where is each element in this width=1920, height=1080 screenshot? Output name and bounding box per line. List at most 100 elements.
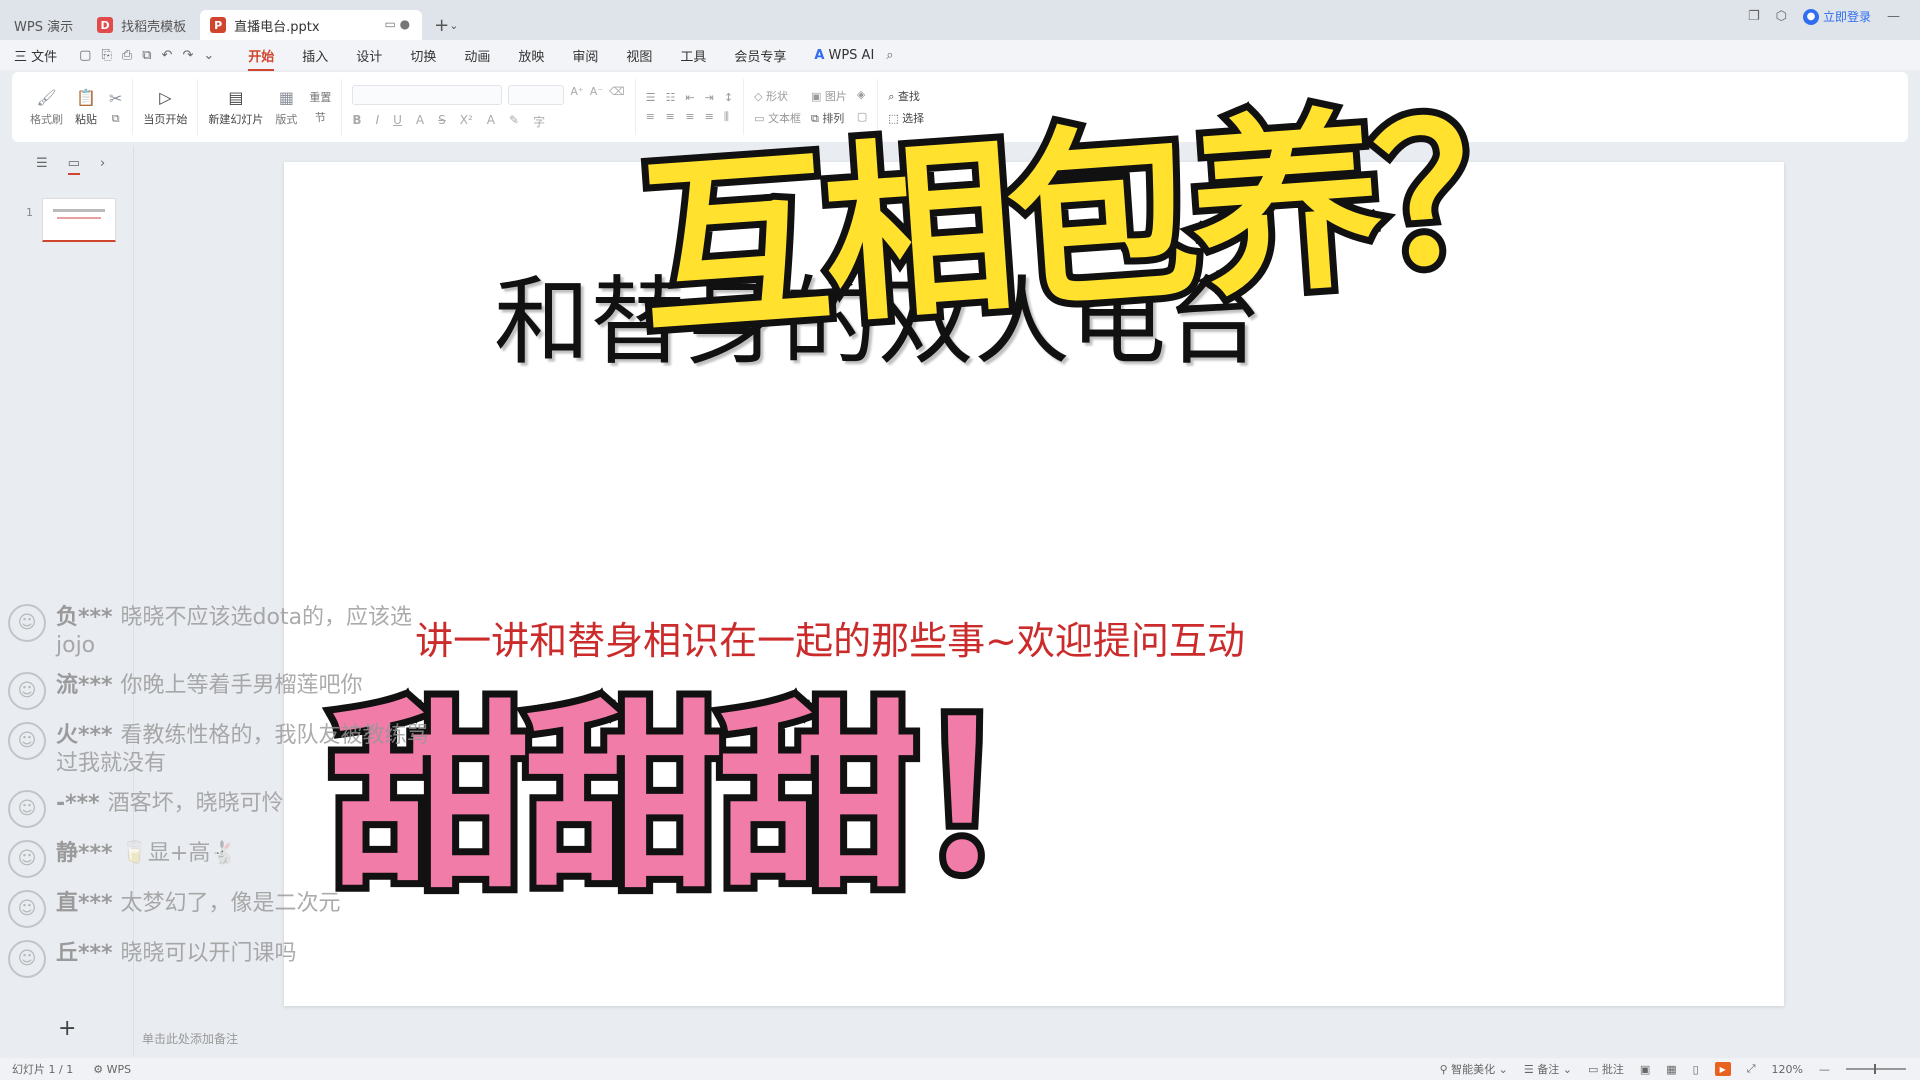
font-grow-icon[interactable]: A⁺ [570, 85, 583, 105]
play-icon[interactable]: ▶ [1714, 1062, 1731, 1076]
arrange-label: 排列 [822, 112, 845, 125]
format-painter-button[interactable]: 🖌 格式刷 [30, 88, 63, 127]
reset-section-buttons[interactable]: 重置节 [309, 89, 331, 125]
tab-current-document[interactable]: P 直播电台.pptx ▭ ● [200, 10, 423, 40]
sorter-view-icon[interactable]: ▦ [1666, 1063, 1676, 1076]
theme-indicator[interactable]: ⚙ WPS [93, 1063, 131, 1076]
settings-cube-icon[interactable]: ⬡ [1776, 9, 1787, 24]
redo-icon[interactable]: ↷ [182, 48, 193, 63]
outline-icon[interactable]: ▢ [857, 110, 867, 126]
normal-view-icon[interactable]: ▣ [1640, 1063, 1650, 1076]
brush-icon: 🖌 [36, 87, 57, 107]
line-spacing-icon[interactable]: ↕ [724, 91, 733, 104]
char-spacing-icon[interactable]: 字 [533, 113, 545, 130]
find-button[interactable]: ⌕ 查找 [888, 88, 924, 104]
play-from-current-button[interactable]: ▷ 当页开始 [143, 88, 187, 127]
font-color-icon[interactable]: A [487, 113, 495, 130]
align-center-icon[interactable]: ≡ [666, 110, 676, 124]
print-icon[interactable]: ⎙ [122, 48, 132, 63]
paste-icon: 📋 [76, 87, 96, 107]
scissors-icon: ✂ [109, 88, 123, 108]
add-slide-button[interactable]: + [58, 1016, 76, 1041]
new-slide-button[interactable]: ▤ 新建幻灯片 [208, 88, 263, 127]
picture-button[interactable]: ▣ 图片 [811, 88, 847, 104]
tab-docer-templates[interactable]: D 找稻壳模板 [87, 10, 196, 40]
cut-copy-buttons[interactable]: ✂ ⧉ [109, 89, 122, 126]
new-tab-button[interactable]: + ⌄ [426, 10, 466, 40]
align-left-icon[interactable]: ≡ [646, 110, 656, 124]
reading-view-icon[interactable]: ▯ [1693, 1063, 1699, 1076]
clear-format-icon[interactable]: ⌫ [609, 85, 625, 105]
menu-review[interactable]: 审阅 [572, 42, 598, 69]
undo-icon[interactable]: ↶ [162, 48, 173, 63]
fit-window-icon[interactable]: ⤢ [1747, 1062, 1756, 1076]
save-icon[interactable]: ▢ [79, 48, 91, 63]
menu-design[interactable]: 设计 [356, 42, 382, 69]
slide-subtitle[interactable]: 讲一讲和替身相识在一起的那些事~欢迎提问互动 [400, 610, 1260, 665]
bullets-icon[interactable]: ☰ [646, 91, 656, 104]
menu-member[interactable]: 会员专享 [734, 42, 786, 69]
fill-icon[interactable]: ◈ [857, 88, 867, 104]
window-restore-icon[interactable]: ❐ [1748, 9, 1760, 24]
beautify-label: 智能美化 [1451, 1063, 1496, 1076]
comments-button[interactable]: ▭ 批注 [1588, 1061, 1624, 1077]
font-shrink-icon[interactable]: A⁻ [590, 85, 603, 105]
textbox-label: 文本框 [767, 112, 801, 125]
menu-transitions[interactable]: 切换 [410, 42, 436, 69]
minimize-icon[interactable]: — [1887, 9, 1900, 24]
columns-icon[interactable]: ⫼ [724, 110, 733, 124]
shape-button[interactable]: ◇ 形状 [754, 88, 801, 104]
chat-username: -*** [56, 791, 100, 816]
wps-ai-button[interactable]: A WPS AI [814, 48, 874, 63]
zoom-slider[interactable] [1846, 1064, 1906, 1074]
file-menu[interactable]: 三 文件 [14, 46, 57, 65]
beautify-button[interactable]: ⚲ 智能美化 ⌄ [1440, 1061, 1508, 1077]
paste-button[interactable]: 📋 粘贴 [75, 88, 97, 127]
menu-view[interactable]: 视图 [626, 42, 652, 69]
notes-field[interactable]: 单击此处添加备注 [142, 1030, 238, 1047]
section-label: 节 [314, 111, 326, 124]
play-icon: ▷ [159, 87, 172, 107]
thumbnail-view-icon[interactable]: ▭ [67, 156, 80, 175]
zoom-out-icon[interactable]: — [1819, 1063, 1830, 1076]
font-size-input[interactable] [508, 84, 565, 105]
chevron-down-icon[interactable]: ⌄ [203, 48, 214, 63]
export-icon[interactable]: ⎘ [101, 48, 111, 63]
indent-increase-icon[interactable]: ⇥ [705, 91, 714, 104]
highlight-icon[interactable]: ✎ [509, 113, 519, 130]
menu-tools[interactable]: 工具 [680, 42, 706, 69]
justify-icon[interactable]: ≡ [705, 110, 714, 124]
layout-button[interactable]: ▦ 版式 [275, 88, 297, 127]
bold-icon[interactable]: B [352, 113, 361, 130]
login-button[interactable]: ● 立即登录 [1802, 8, 1871, 25]
tab-close-icon[interactable]: ▭ ● [384, 17, 410, 31]
outline-view-icon[interactable]: ☰ [36, 156, 48, 175]
slide-thumbnail[interactable] [42, 198, 116, 242]
shape-label: 形状 [766, 90, 789, 103]
indent-decrease-icon[interactable]: ⇤ [685, 91, 694, 104]
find-label: 查找 [897, 90, 920, 103]
tab-wps-home[interactable]: WPS 演示 [4, 10, 83, 40]
shadow-icon[interactable]: A [416, 113, 424, 130]
menu-animations[interactable]: 动画 [464, 42, 490, 69]
zoom-level[interactable]: 120% [1772, 1063, 1803, 1076]
menu-insert[interactable]: 插入 [302, 42, 328, 69]
print-preview-icon[interactable]: ⧉ [142, 48, 151, 63]
menu-slideshow[interactable]: 放映 [518, 42, 544, 69]
textbox-button[interactable]: ▭ 文本框 [754, 110, 801, 126]
comments-label: 批注 [1601, 1063, 1624, 1076]
italic-icon[interactable]: I [376, 113, 380, 130]
chat-message: ☺ 流*** 你晚上等着手男榴莲吧你 [8, 672, 478, 710]
numbering-icon[interactable]: ☷ [666, 91, 676, 104]
superscript-icon[interactable]: X² [460, 113, 473, 130]
chevron-right-icon[interactable]: › [100, 156, 105, 175]
align-right-icon[interactable]: ≡ [685, 110, 694, 124]
search-icon[interactable]: ⌕ [886, 48, 893, 63]
strikethrough-icon[interactable]: S [438, 113, 446, 130]
arrange-button[interactable]: ⧉ 排列 [811, 110, 847, 126]
menu-home[interactable]: 开始 [248, 42, 275, 71]
chat-text: 晓晓可以开门课吗 [120, 941, 297, 966]
underline-icon[interactable]: U [393, 113, 402, 130]
font-family-input[interactable] [352, 84, 503, 105]
notes-button[interactable]: ☰ 备注 ⌄ [1524, 1061, 1572, 1077]
